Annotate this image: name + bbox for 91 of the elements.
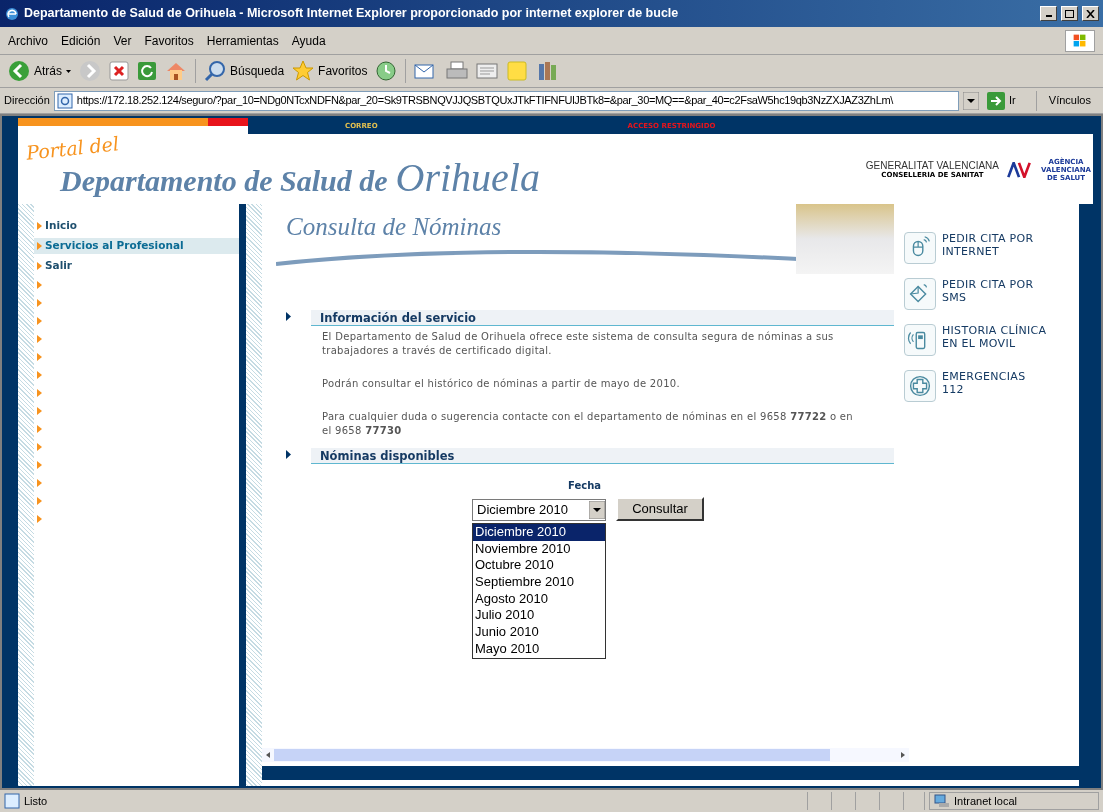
month-select[interactable]: Diciembre 2010 [472, 499, 606, 521]
nav-link[interactable]: Servicios al Profesional [34, 238, 239, 254]
bullet-arrow-icon [37, 317, 42, 325]
bullet-arrow-icon [37, 262, 42, 270]
dropdown-arrow-icon[interactable] [963, 91, 980, 110]
date-label: Fecha [568, 479, 601, 493]
minimize-button[interactable] [1040, 6, 1057, 21]
dropdown-option[interactable]: Julio 2010 [473, 607, 605, 625]
dropdown-option[interactable]: Mayo 2010 [473, 640, 605, 658]
consult-button[interactable]: Consultar [616, 497, 704, 521]
menu-item[interactable]: Archivo [8, 31, 48, 50]
side-link[interactable]: PEDIR CITA POR INTERNET [904, 232, 1079, 264]
page-title: Consulta de Nóminas [286, 212, 502, 242]
favorites-button[interactable]: Favoritos [292, 60, 368, 82]
nav-link[interactable]: Salir [34, 258, 239, 274]
address-field[interactable]: https://172.18.252.124/seguro/?par_10=NDg0NTcxNDFN&par_20=Sk9TRSBNQVJJQSBTQUxJTkFTIFNFUlJBTk8=&par_30=MQ==&par_40=c2FsaW5hc19qb3NzZXJAZ3ZhLm\ [53, 90, 960, 111]
close-icon [1086, 9, 1095, 18]
dropdown-option[interactable]: Agosto 2010 [473, 590, 605, 608]
menu-item[interactable]: Edición [61, 31, 101, 50]
zone-text: Intranet local [954, 793, 1017, 809]
side-link[interactable]: PEDIR CITA POR SMS [904, 278, 1079, 310]
side-link[interactable]: HISTORIA CLÍNICA EN EL MOVIL [904, 324, 1079, 356]
browser-icon [4, 5, 20, 22]
printer-icon[interactable] [446, 61, 469, 81]
close-button[interactable] [1082, 6, 1099, 21]
maximize-icon [1065, 9, 1074, 18]
side-link[interactable]: EMERGENCIAS 112 [904, 370, 1079, 402]
address-label: Dirección [4, 93, 50, 109]
history-icon[interactable] [375, 60, 398, 82]
mouse-icon [904, 232, 936, 264]
page-icon [56, 92, 73, 109]
refresh-icon[interactable] [137, 61, 157, 81]
dropdown-option[interactable]: Junio 2010 [473, 624, 605, 641]
bullet-arrow-icon [37, 299, 42, 307]
section-heading: Nóminas disponibles [320, 449, 455, 463]
bullet-arrow-icon [37, 389, 42, 397]
bullet-arrow-icon [37, 281, 42, 289]
generalitat-logo-text: GENERALITAT VALENCIANA [865, 161, 999, 171]
nav-link[interactable]: Inicio [34, 218, 239, 234]
bullet-arrow-icon [37, 222, 42, 230]
menu-item[interactable]: Herramientas [206, 31, 279, 50]
cross-icon [904, 370, 936, 402]
search-button[interactable]: Búsqueda [204, 60, 285, 82]
minimize-icon [1045, 15, 1052, 17]
envelope-icon [904, 278, 936, 310]
mobile-phone-icon [904, 324, 936, 356]
info-paragraph: El Departamento de Salud de Orihuela ofrece este sistema de consulta segura de nóminas a sus trabajadores a través de certificado digital. [322, 330, 835, 358]
bullet-arrow-icon [37, 371, 42, 379]
info-paragraph: Para cualquier duda o sugerencia contacte con el departamento de nóminas en el 9658 77722 o en el 9658 77730 [322, 410, 854, 438]
bullet-arrow-icon [37, 407, 42, 415]
search-icon [204, 60, 226, 82]
agency-logo-icon [1007, 162, 1031, 178]
section-arrow-icon [286, 312, 291, 321]
bullet-arrow-icon [37, 497, 42, 505]
dropdown-option[interactable]: Diciembre 2010 [473, 524, 605, 541]
books-icon[interactable] [536, 60, 559, 82]
bullet-arrow-icon [37, 479, 42, 487]
home-icon[interactable] [165, 61, 187, 81]
go-button[interactable]: Ir [983, 91, 1020, 110]
section-heading: Información del servicio [320, 311, 477, 325]
bullet-arrow-icon [37, 425, 42, 433]
bullet-arrow-icon [37, 353, 42, 361]
bullet-arrow-icon [37, 242, 42, 250]
menu-item[interactable]: Ver [113, 31, 132, 50]
dropdown-arrow-icon [589, 501, 605, 519]
status-text: Listo [24, 793, 49, 809]
bullet-arrow-icon [37, 461, 42, 469]
document-icon[interactable] [476, 61, 499, 81]
bullet-arrow-icon [37, 443, 42, 451]
caret-icon [66, 69, 71, 73]
window-title: Departamento de Salud de Orihuela - Microsoft Internet Explorer proporcionado por internet explorer de bucle [24, 5, 680, 23]
bullet-arrow-icon [37, 515, 42, 523]
star-icon [292, 60, 315, 82]
portal-label: Portal del [24, 131, 121, 166]
site-title: Departamento de Salud de [60, 163, 388, 199]
menu-item[interactable]: Ayuda [291, 31, 326, 50]
section-arrow-icon [286, 450, 291, 459]
page-icon [4, 793, 20, 809]
windows-logo-icon [1065, 29, 1095, 52]
dropdown-option[interactable]: Octubre 2010 [473, 557, 605, 575]
horizontal-scrollbar[interactable] [262, 748, 909, 762]
links-label[interactable]: Vínculos [1040, 92, 1099, 109]
site-city: Orihuela [395, 154, 540, 202]
info-paragraph: Podrán consultar el histórico de nóminas a partir de mayo de 2010. [322, 377, 681, 391]
dropdown-option[interactable]: Noviembre 2010 [473, 540, 605, 558]
back-button[interactable]: Atrás [8, 60, 71, 82]
dropdown-option[interactable]: Septiembre 2010 [473, 574, 605, 591]
stop-icon[interactable] [109, 61, 129, 81]
menu-item[interactable]: Favoritos [144, 31, 194, 50]
bullet-arrow-icon [37, 335, 42, 343]
maximize-button[interactable] [1061, 6, 1078, 21]
